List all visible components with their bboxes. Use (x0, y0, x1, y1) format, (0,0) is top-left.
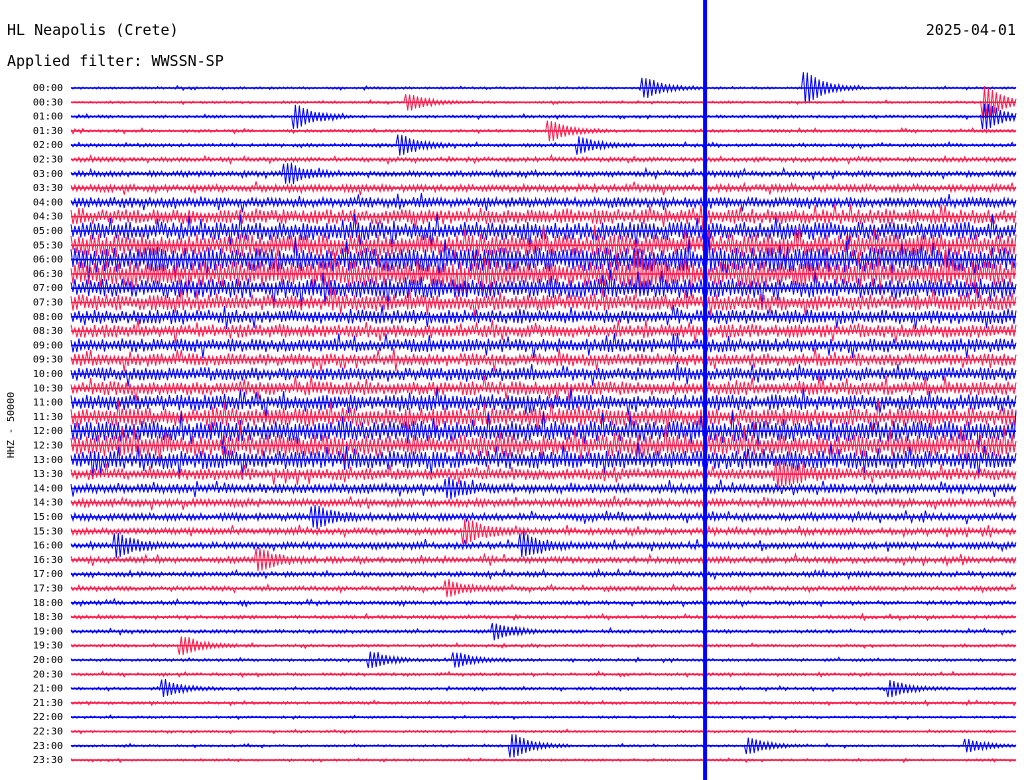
row-time-label: 03:00 (33, 169, 63, 180)
row-time-label: 15:30 (33, 526, 63, 537)
row-time-label: 19:00 (33, 626, 63, 637)
row-time-label: 16:00 (33, 541, 63, 552)
row-time-label: 23:00 (33, 741, 63, 752)
row-time-label: 00:00 (33, 83, 63, 94)
row-time-label: 20:30 (33, 669, 63, 680)
row-time-label: 09:00 (33, 340, 63, 351)
row-time-label: 09:30 (33, 355, 63, 366)
row-time-label: 18:30 (33, 612, 63, 623)
row-time-label: 00:30 (33, 97, 63, 108)
row-time-label: 12:30 (33, 441, 63, 452)
row-time-label: 10:00 (33, 369, 63, 380)
row-time-label: 03:30 (33, 183, 63, 194)
row-time-label: 07:30 (33, 298, 63, 309)
row-time-label: 13:30 (33, 469, 63, 480)
row-time-label: 15:00 (33, 512, 63, 523)
vertical-spike-line (703, 0, 708, 780)
row-time-label: 04:00 (33, 197, 63, 208)
row-time-label: 21:00 (33, 684, 63, 695)
chart-date: 2025-04-01 (926, 21, 1016, 39)
row-time-label: 05:00 (33, 226, 63, 237)
row-time-label: 08:30 (33, 326, 63, 337)
row-time-label: 17:30 (33, 584, 63, 595)
trace-group (70, 0, 1017, 780)
row-time-label: 06:30 (33, 269, 63, 280)
row-time-label: 11:30 (33, 412, 63, 423)
row-time-label: 01:00 (33, 112, 63, 123)
row-time-label: 21:30 (33, 698, 63, 709)
row-time-label: 05:30 (33, 240, 63, 251)
row-time-label: 01:30 (33, 126, 63, 137)
chart-subtitle: Applied filter: WWSSN-SP (7, 52, 224, 70)
row-time-label: 11:00 (33, 398, 63, 409)
row-time-label: 23:30 (33, 755, 63, 766)
row-time-label: 02:00 (33, 140, 63, 151)
helicorder-chart: HL Neapolis (Crete) 2025-04-01 Applied f… (6, 0, 1017, 780)
trace-line (70, 531, 1017, 558)
row-time-label: 02:30 (33, 155, 63, 166)
row-time-label: 18:00 (33, 598, 63, 609)
y-axis-label: HHZ - 50000 (6, 392, 17, 458)
row-time-label: 22:30 (33, 727, 63, 738)
trace-line (70, 714, 1017, 721)
row-time-label: 07:00 (33, 283, 63, 294)
row-time-label: 16:30 (33, 555, 63, 566)
row-time-label: 06:00 (33, 255, 63, 266)
row-time-label: 22:00 (33, 712, 63, 723)
row-time-label: 13:00 (33, 455, 63, 466)
row-time-label: 04:30 (33, 212, 63, 223)
row-label-group: 00:00 00:30 01:00 01:30 02:00 02:30 03:00 03:30… (33, 83, 63, 766)
chart-title: HL Neapolis (Crete) (7, 21, 179, 39)
row-time-label: 20:00 (33, 655, 63, 666)
row-time-label: 14:30 (33, 498, 63, 509)
row-time-label: 08:00 (33, 312, 63, 323)
row-time-label: 19:30 (33, 641, 63, 652)
row-time-label: 12:00 (33, 426, 63, 437)
row-time-label: 14:00 (33, 483, 63, 494)
row-time-label: 17:00 (33, 569, 63, 580)
row-time-label: 10:30 (33, 383, 63, 394)
